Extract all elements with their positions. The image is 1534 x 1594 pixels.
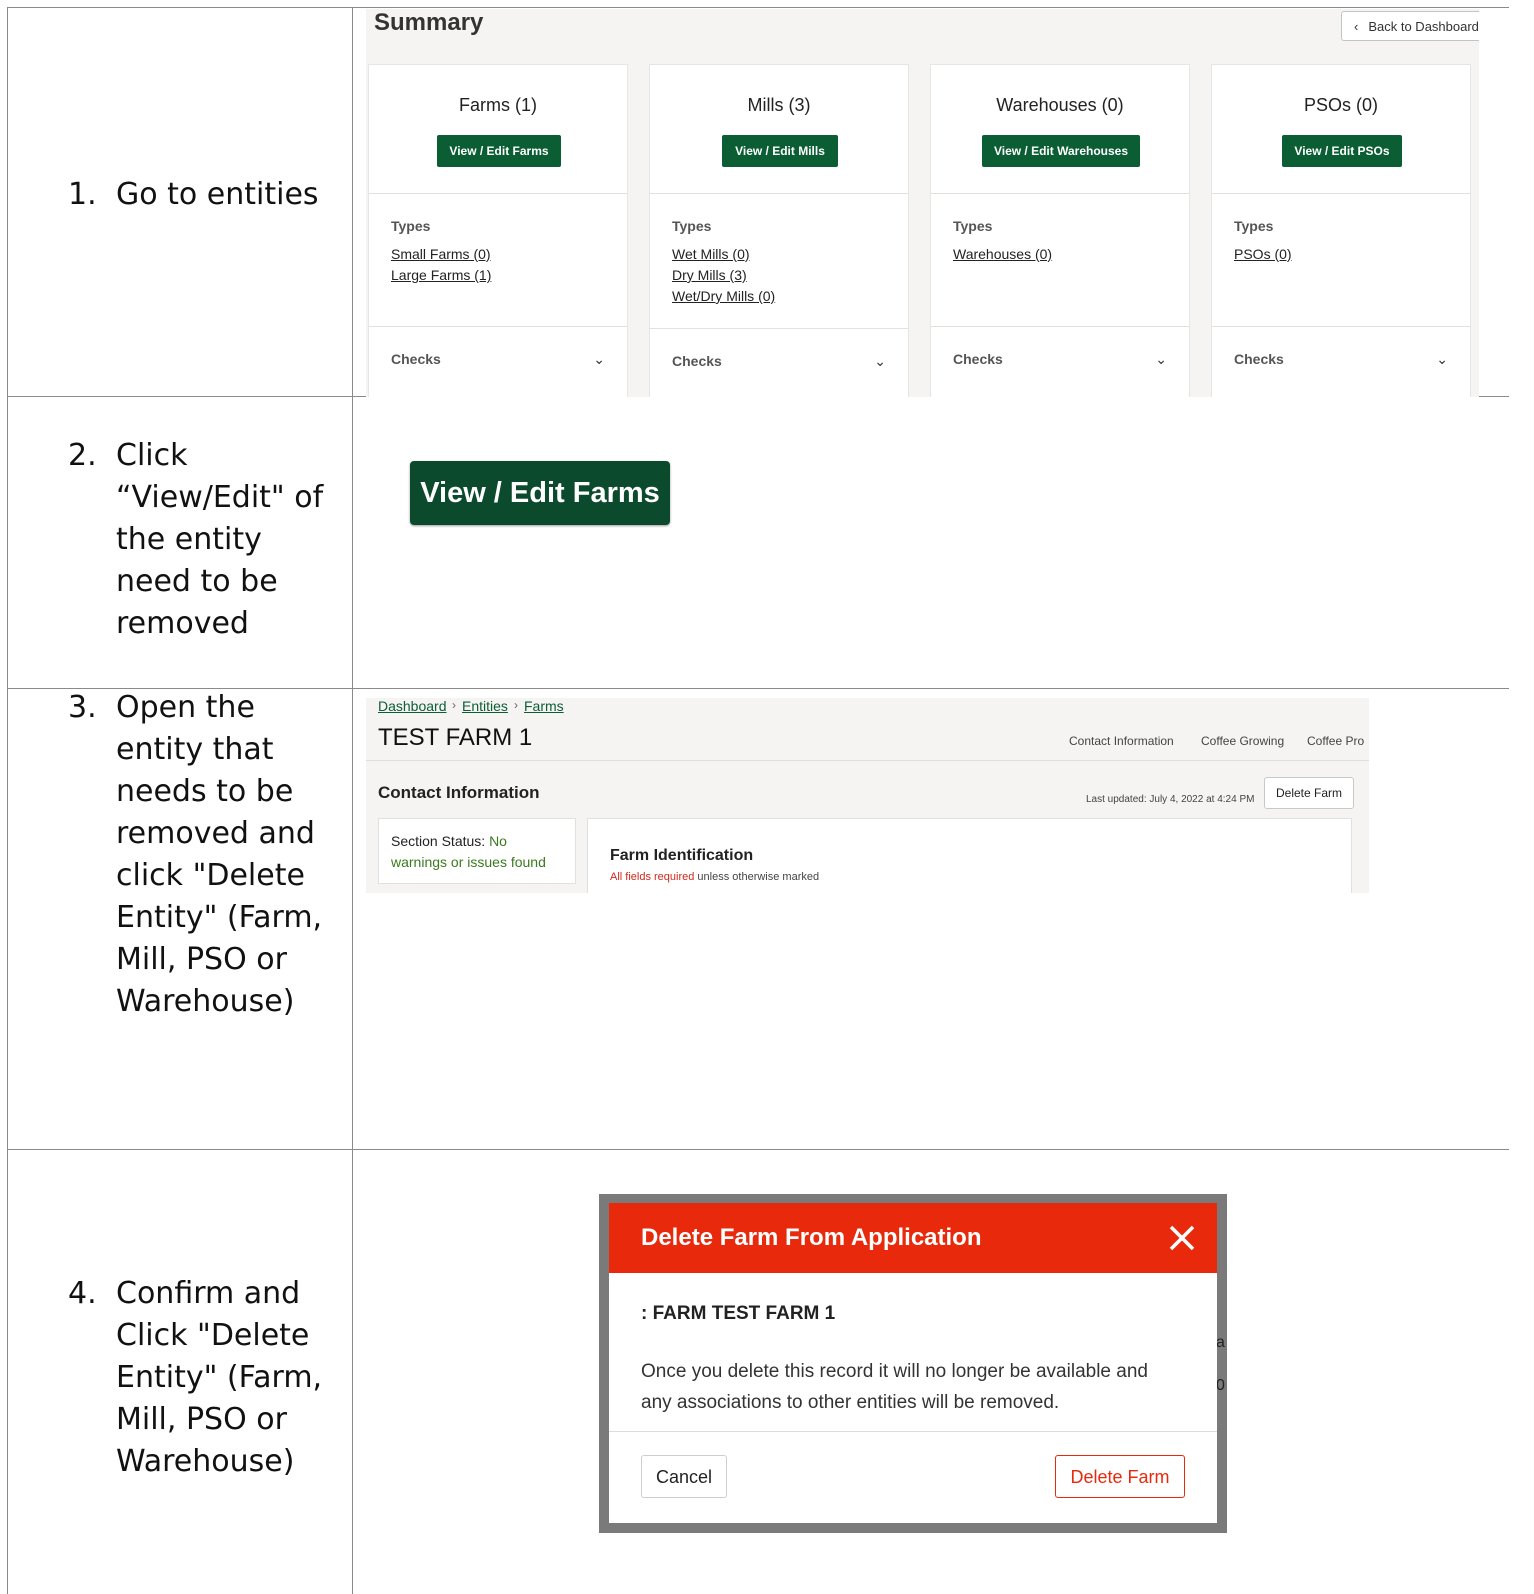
- card-title: Warehouses (0): [996, 95, 1124, 115]
- view-edit-farms-button-zoomed[interactable]: View / Edit Farms: [410, 461, 670, 525]
- card-title: Farms (1): [459, 95, 537, 115]
- close-icon[interactable]: [1167, 1223, 1197, 1253]
- types-label: Types: [1234, 218, 1274, 234]
- breadcrumb-farms[interactable]: Farms: [524, 698, 564, 714]
- table-column-divider: [352, 7, 353, 1594]
- nav-coffee-growing[interactable]: Coffee Growing: [1201, 734, 1284, 748]
- chevron-down-icon[interactable]: ⌄: [593, 351, 605, 368]
- nav-contact-information[interactable]: Contact Information: [1069, 734, 1174, 748]
- card-divider: [931, 326, 1189, 327]
- breadcrumb-separator: ›: [452, 698, 456, 712]
- record-name: : FARM TEST FARM 1: [641, 1303, 836, 1324]
- card-divider: [1212, 193, 1470, 194]
- chevron-down-icon[interactable]: ⌄: [874, 353, 886, 370]
- types-label: Types: [953, 218, 993, 234]
- type-link[interactable]: Small Farms (0): [391, 246, 491, 262]
- card-divider: [369, 326, 627, 327]
- types-label: Types: [391, 218, 431, 234]
- modal-header: Delete Farm From Application: [609, 1203, 1217, 1273]
- back-to-dashboard-button[interactable]: ‹ Back to Dashboard: [1341, 11, 1479, 41]
- last-updated: Last updated: July 4, 2022 at 4:24 PM: [1086, 794, 1255, 805]
- psos-card: PSOs (0) View / Edit PSOs Types PSOs (0)…: [1211, 64, 1471, 397]
- section-title: Contact Information: [378, 783, 540, 802]
- summary-screenshot: Summary ‹ Back to Dashboard Farms (1) Vie…: [366, 9, 1479, 397]
- nav-coffee-processing[interactable]: Coffee Pro: [1307, 734, 1364, 748]
- card-title: Mills (3): [747, 95, 811, 115]
- table-border-top: [7, 7, 1509, 8]
- checks-toggle[interactable]: Checks: [391, 351, 441, 367]
- confirm-delete-farm-button[interactable]: Delete Farm: [1055, 1455, 1185, 1498]
- step-number: 2.: [68, 438, 97, 473]
- step-text: Confirm and Click "Delete Entity" (Farm,…: [116, 1276, 323, 1479]
- type-link[interactable]: Warehouses (0): [953, 246, 1052, 262]
- modal-title: Delete Farm From Application: [641, 1224, 982, 1251]
- background-text-fragment: 0: [1216, 1377, 1225, 1394]
- page-title: TEST FARM 1: [378, 724, 533, 751]
- summary-title: Summary: [374, 9, 484, 36]
- delete-farm-modal: Delete Farm From Application : FARM TEST…: [609, 1203, 1217, 1523]
- breadcrumb-separator: ›: [514, 698, 518, 712]
- view-edit-warehouses-button[interactable]: View / Edit Warehouses: [982, 135, 1140, 167]
- farm-identification-title: Farm Identification: [610, 847, 754, 864]
- table-row-divider-3: [7, 1149, 1509, 1150]
- step-text: Go to entities: [116, 177, 319, 212]
- section-status-box: Section Status: No warnings or issues fo…: [378, 818, 576, 884]
- type-link[interactable]: Wet/Dry Mills (0): [672, 288, 775, 304]
- warning-message: Once you delete this record it will no l…: [641, 1361, 1148, 1413]
- warehouses-card: Warehouses (0) View / Edit Warehouses Ty…: [930, 64, 1190, 397]
- required-note: All fields required unless otherwise mar…: [610, 871, 819, 883]
- type-link[interactable]: Dry Mills (3): [672, 267, 747, 283]
- farm-detail-screenshot: Dashboard › Entities › Farms TEST FARM 1…: [366, 698, 1369, 893]
- step-text: Click “View/Edit" of the entity need to …: [116, 438, 324, 641]
- breadcrumb-dashboard[interactable]: Dashboard: [378, 698, 447, 714]
- step-text: Open the entity that needs to be removed…: [116, 690, 323, 1019]
- view-edit-psos-button[interactable]: View / Edit PSOs: [1282, 135, 1402, 167]
- background-text-fragment: a: [1216, 1334, 1225, 1351]
- type-link[interactable]: Wet Mills (0): [672, 246, 750, 262]
- card-divider: [1212, 326, 1470, 327]
- table-border-left: [7, 7, 8, 1594]
- card-divider: [650, 193, 908, 194]
- view-edit-mills-button[interactable]: View / Edit Mills: [722, 135, 838, 167]
- card-divider: [650, 328, 908, 329]
- view-edit-farms-button[interactable]: View / Edit Farms: [437, 135, 561, 167]
- card-divider: [931, 193, 1189, 194]
- cancel-button[interactable]: Cancel: [641, 1455, 727, 1498]
- checks-toggle[interactable]: Checks: [1234, 351, 1284, 367]
- required-text: All fields required: [610, 871, 695, 883]
- step-number: 3.: [68, 690, 97, 725]
- delete-farm-button[interactable]: Delete Farm: [1264, 777, 1354, 809]
- step-number: 1.: [68, 177, 97, 212]
- chevron-left-icon: ‹: [1354, 19, 1359, 34]
- card-divider: [369, 193, 627, 194]
- step-number: 4.: [68, 1276, 97, 1311]
- breadcrumb-entities[interactable]: Entities: [462, 698, 508, 714]
- status-label: Section Status:: [391, 833, 486, 849]
- card-title: PSOs (0): [1303, 95, 1378, 115]
- required-suffix: unless otherwise marked: [694, 871, 820, 883]
- farms-card: Farms (1) View / Edit Farms Types Small …: [368, 64, 628, 397]
- type-link[interactable]: Large Farms (1): [391, 267, 491, 283]
- types-label: Types: [672, 218, 712, 234]
- back-label: Back to Dashboard: [1368, 19, 1479, 34]
- chevron-down-icon[interactable]: ⌄: [1436, 351, 1448, 368]
- chevron-down-icon[interactable]: ⌄: [1155, 351, 1167, 368]
- type-link[interactable]: PSOs (0): [1234, 246, 1292, 262]
- mills-card: Mills (3) View / Edit Mills Types Wet Mi…: [649, 64, 909, 397]
- modal-footer-divider: [609, 1431, 1217, 1432]
- farm-identification-panel: Farm Identification All fields required …: [587, 818, 1352, 893]
- checks-toggle[interactable]: Checks: [953, 351, 1003, 367]
- checks-toggle[interactable]: Checks: [672, 353, 722, 369]
- header-divider: [366, 760, 1369, 761]
